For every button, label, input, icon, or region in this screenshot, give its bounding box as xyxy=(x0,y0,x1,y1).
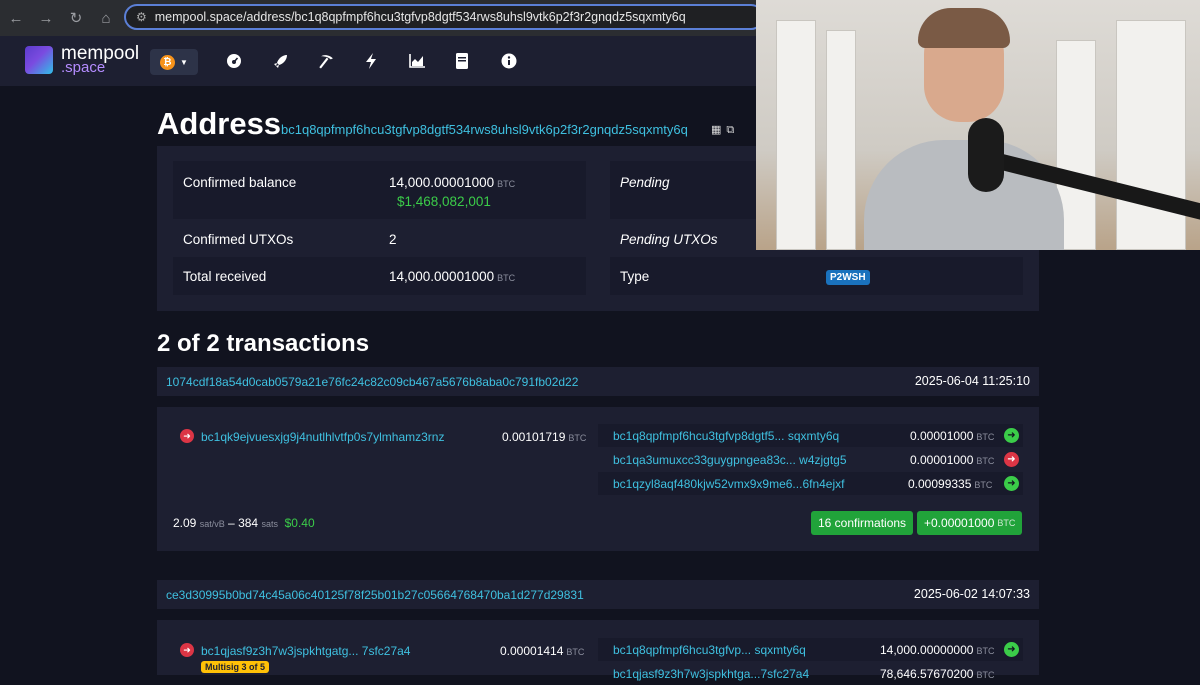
shelf xyxy=(826,30,856,250)
reload-icon[interactable]: ↻ xyxy=(62,4,90,32)
output-amount: 0.00001000 BTC xyxy=(910,429,995,443)
output-address[interactable]: bc1qjasf9z3h7w3jspkhtga...7sfc27a4 xyxy=(613,667,809,681)
bitcoin-icon: ₿ xyxy=(160,54,175,70)
output-address[interactable]: bc1qa3umuxcc33guygpngea83c... w4zjgtg5 xyxy=(613,453,847,467)
confirmed-balance-label: Confirmed balance xyxy=(183,175,297,190)
address-bar[interactable]: ⚙ mempool.space/address/bc1q8qpfmpf6hcu3… xyxy=(124,4,764,30)
fee-info: 2.09 sat/vB – 384 sats $0.40 xyxy=(173,516,315,530)
shelf xyxy=(776,20,816,250)
confirmed-utxos-value: 2 xyxy=(389,232,397,247)
docs-icon[interactable] xyxy=(453,52,471,70)
output-address[interactable]: bc1qzyl8aqf480kjw52vmx9x9me6...6fn4ejxf xyxy=(613,477,844,491)
tx-timestamp: 2025-06-02 14:07:33 xyxy=(913,587,1030,601)
total-received-row: Total received 14,000.00001000 BTC xyxy=(173,257,586,295)
confirmations-button[interactable]: 16 confirmations xyxy=(811,511,914,535)
lightning-icon[interactable] xyxy=(362,52,380,70)
input-amount: 0.00001414 BTC xyxy=(500,644,585,658)
output-address[interactable]: bc1q8qpfmpf6hcu3tgfvp... sqxmty6q xyxy=(613,643,806,657)
unspent-arrow-icon[interactable]: ➜ xyxy=(1004,476,1019,491)
unspent-arrow-icon[interactable]: ➜ xyxy=(1004,642,1019,657)
graphs-icon[interactable] xyxy=(408,52,426,70)
input-amount: 0.00101719 BTC xyxy=(502,430,587,444)
microphone-icon xyxy=(968,118,1004,192)
input-address[interactable]: bc1qk9ejvuesxjg9j4nutlhlvtfp0s7ylmhamz3r… xyxy=(201,430,444,444)
total-received-value: 14,000.00001000 BTC xyxy=(389,269,516,284)
txid-link[interactable]: ce3d30995b0bd74c45a06c40125f78f25b01b27c… xyxy=(166,588,584,602)
output-amount: 0.00001000 BTC xyxy=(910,453,995,467)
address-value[interactable]: bc1q8qpfmpf6hcu3tgfvp8dgtf534rws8uhsl9vt… xyxy=(281,122,688,137)
confirmed-balance-usd: $1,468,082,001 xyxy=(397,194,491,209)
rocket-icon[interactable] xyxy=(272,52,290,70)
output-address[interactable]: bc1q8qpfmpf6hcu3tgfvp8dgtf5... sqxmty6q xyxy=(613,429,839,443)
input-address[interactable]: bc1qjasf9z3h7w3jspkhtgatg... 7sfc27a4 xyxy=(201,644,410,658)
confirmed-balance-row: Confirmed balance 14,000.00001000 BTC $1,… xyxy=(173,161,586,219)
presenter-webcam xyxy=(756,0,1200,250)
home-icon[interactable]: ⌂ xyxy=(92,4,120,32)
spent-arrow-icon[interactable]: ➜ xyxy=(1004,452,1019,467)
site-settings-icon[interactable]: ⚙ xyxy=(136,10,147,24)
type-row: Type P2WSH xyxy=(610,257,1023,295)
network-selector[interactable]: ₿ ▼ xyxy=(150,49,198,75)
transactions-heading: 2 of 2 transactions xyxy=(157,330,370,357)
pending-utxos-label: Pending UTXOs xyxy=(620,232,718,247)
transaction-header: ce3d30995b0bd74c45a06c40125f78f25b01b27c… xyxy=(157,580,1039,609)
about-icon[interactable] xyxy=(500,52,518,70)
back-icon[interactable]: ← xyxy=(2,4,30,32)
transaction-body: ➜ bc1qk9ejvuesxjg9j4nutlhlvtfp0s7ylmhamz… xyxy=(157,407,1039,551)
output-amount: 0.00099335 BTC xyxy=(908,477,993,491)
input-arrow-icon[interactable]: ➜ xyxy=(180,429,194,443)
unspent-arrow-icon[interactable]: ➜ xyxy=(1004,428,1019,443)
mempool-logo-icon[interactable] xyxy=(25,46,53,74)
output-row: bc1q8qpfmpf6hcu3tgfvp... sqxmty6q 14,000… xyxy=(598,638,1023,661)
logo-subtext[interactable]: .space xyxy=(61,60,105,75)
txid-link[interactable]: 1074cdf18a54d0cab0579a21e76fc24c82c09cb4… xyxy=(166,375,578,389)
page-title: Address xyxy=(157,106,282,141)
forward-icon[interactable]: → xyxy=(32,4,60,32)
transaction-header: 1074cdf18a54d0cab0579a21e76fc24c82c09cb4… xyxy=(157,367,1039,396)
shelf xyxy=(1116,20,1186,250)
output-amount: 14,000.00000000 BTC xyxy=(880,643,995,657)
multisig-badge: Multisig 3 of 5 xyxy=(201,661,270,673)
input-arrow-icon[interactable]: ➜ xyxy=(180,643,194,657)
presenter-body xyxy=(864,140,1064,250)
pending-label: Pending xyxy=(620,175,670,190)
type-label: Type xyxy=(620,269,650,284)
confirmed-utxos-label: Confirmed UTXOs xyxy=(183,232,294,247)
transaction-body: ➜ bc1qjasf9z3h7w3jspkhtgatg... 7sfc27a4 … xyxy=(157,620,1039,681)
mining-icon[interactable] xyxy=(317,52,335,70)
dashboard-icon[interactable] xyxy=(225,52,243,70)
presenter-hair xyxy=(918,8,1010,48)
output-row: bc1qjasf9z3h7w3jspkhtga...7sfc27a4 78,64… xyxy=(598,662,1023,685)
type-badge: P2WSH xyxy=(826,270,870,285)
output-row: bc1q8qpfmpf6hcu3tgfvp8dgtf5... sqxmty6q … xyxy=(598,424,1023,447)
chevron-down-icon: ▼ xyxy=(180,57,188,67)
output-row: bc1qzyl8aqf480kjw52vmx9x9me6...6fn4ejxf … xyxy=(598,472,1023,495)
net-amount-button[interactable]: +0.00001000 BTC xyxy=(917,511,1023,535)
qr-copy-icons[interactable]: ▦⧉ xyxy=(711,123,739,137)
url-text: mempool.space/address/bc1q8qpfmpf6hcu3tg… xyxy=(154,10,686,24)
total-received-label: Total received xyxy=(183,269,267,284)
confirmed-balance-value: 14,000.00001000 BTC xyxy=(389,175,516,190)
output-row: bc1qa3umuxcc33guygpngea83c... w4zjgtg5 0… xyxy=(598,448,1023,471)
output-amount: 78,646.57670200 BTC xyxy=(880,667,995,681)
tx-timestamp: 2025-06-04 11:25:10 xyxy=(914,374,1030,388)
